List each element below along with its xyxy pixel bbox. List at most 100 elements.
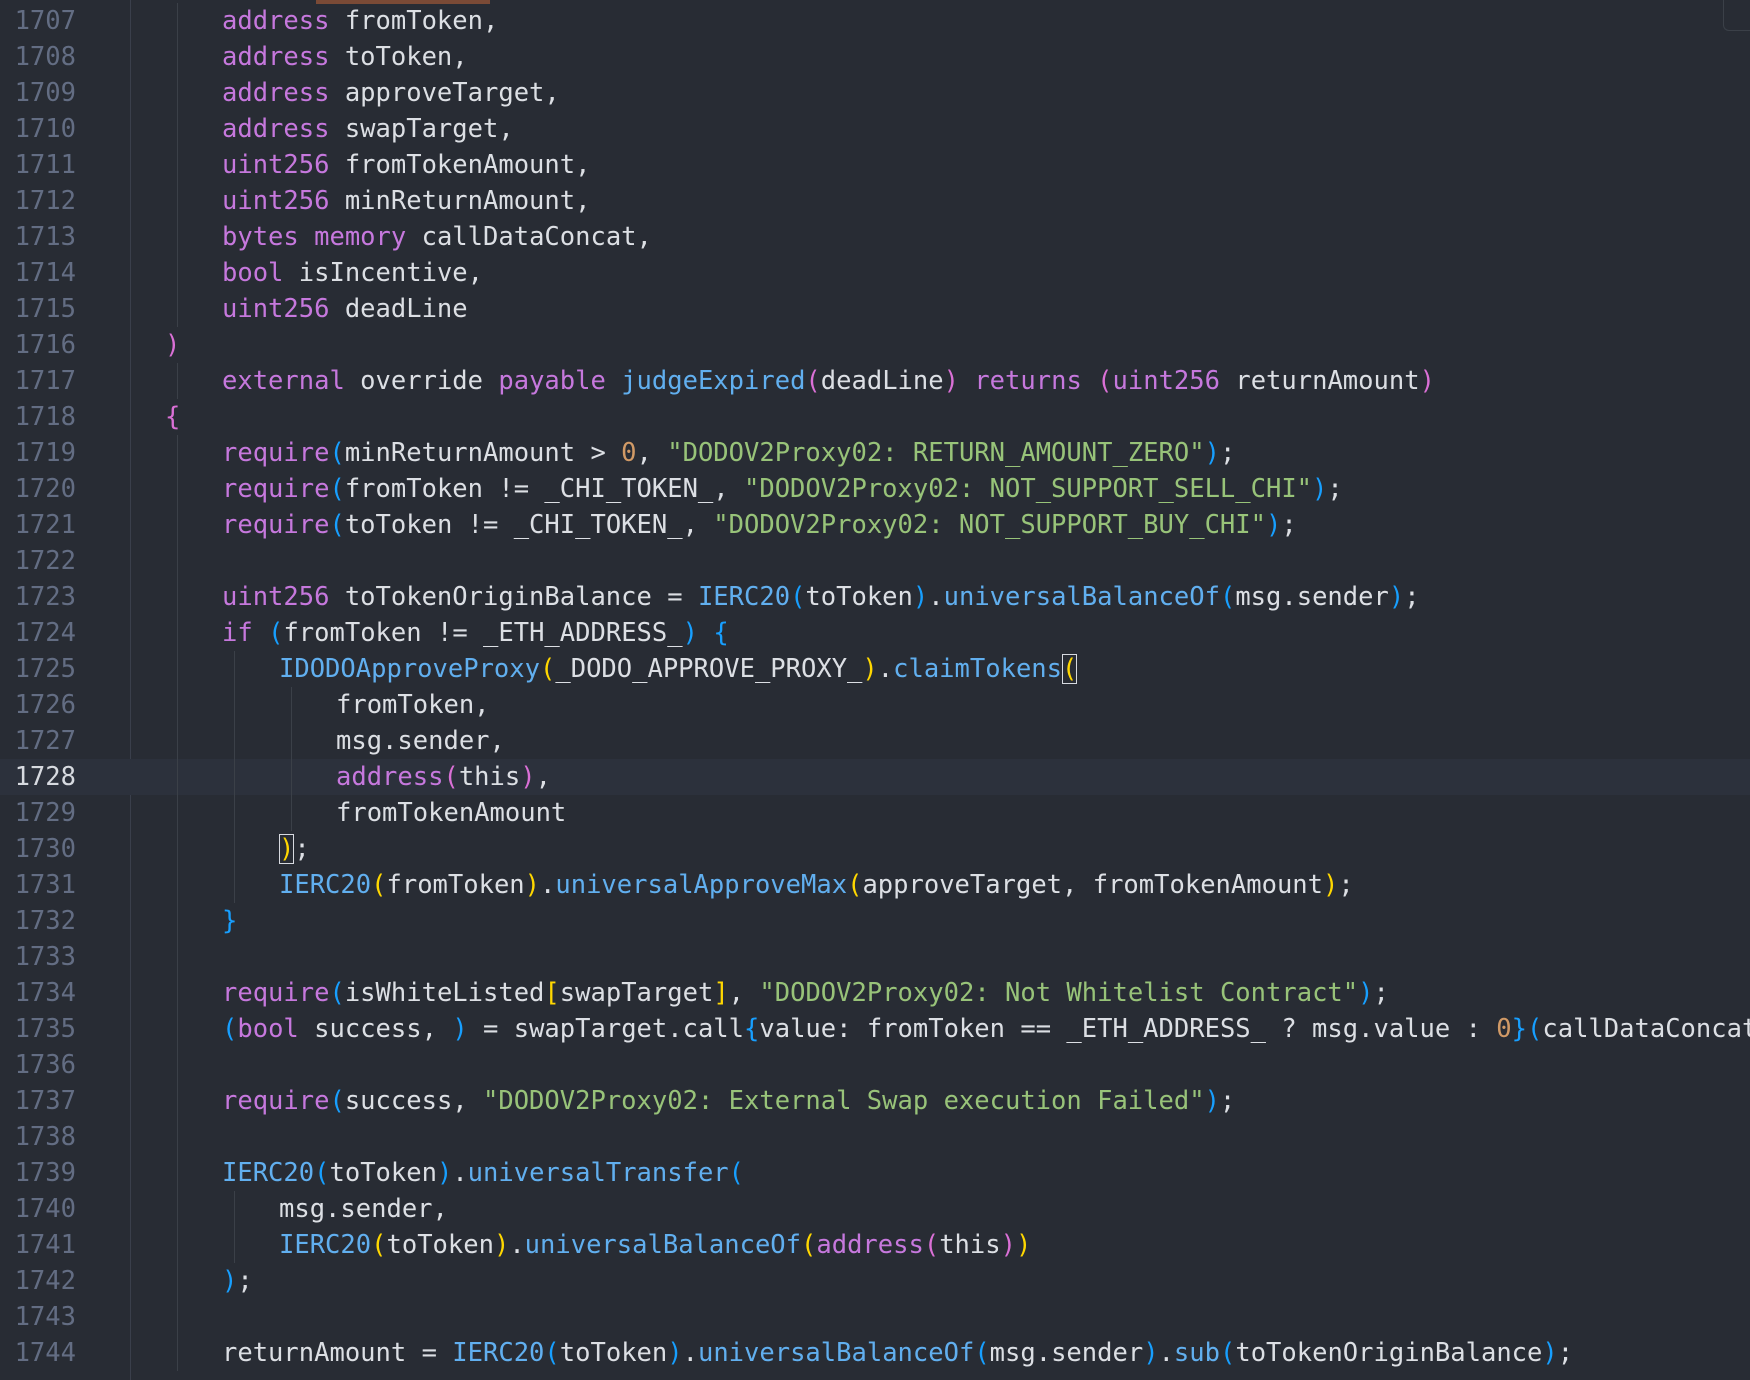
- code-line[interactable]: 1732}: [0, 903, 1750, 939]
- code-token: ): [452, 1014, 468, 1044]
- code-line[interactable]: 1735 (bool success, ) = swapTarget.call{v…: [0, 1011, 1750, 1047]
- code-line[interactable]: 1709 address approveTarget,: [0, 75, 1750, 111]
- line-number: 1728: [14, 762, 76, 792]
- code-token: ): [1015, 1230, 1032, 1260]
- indent-guide: [177, 75, 178, 111]
- code-line[interactable]: 1736: [0, 1047, 1750, 1083]
- code-line[interactable]: 1720 require(fromToken != _CHI_TOKEN_, "D…: [0, 471, 1750, 507]
- code-line[interactable]: 1728 address(this),: [0, 759, 1750, 795]
- code-line[interactable]: 1714 bool isIncentive,: [0, 255, 1750, 291]
- code-line[interactable]: 1740 msg.sender,: [0, 1191, 1750, 1227]
- code-text: address approveTarget,: [222, 75, 560, 111]
- code-text: require(fromToken != _CHI_TOKEN_, "DODOV…: [222, 471, 1343, 507]
- code-line[interactable]: 1723 uint256 toTokenOriginBalance = IERC2…: [0, 579, 1750, 615]
- code-line[interactable]: 1737 require(success, "DODOV2Proxy02: Ext…: [0, 1083, 1750, 1119]
- indent-guide: [177, 147, 178, 183]
- code-token: external: [222, 366, 345, 396]
- minimap-corner[interactable]: [1723, 0, 1750, 31]
- code-line[interactable]: 1729 fromTokenAmount: [0, 795, 1750, 831]
- code-token: judgeExpired: [621, 366, 806, 396]
- code-line[interactable]: 1715 uint256 deadLine: [0, 291, 1750, 327]
- code-line[interactable]: 1743: [0, 1299, 1750, 1335]
- code-token: ,: [535, 762, 551, 792]
- code-line[interactable]: 1742);: [0, 1263, 1750, 1299]
- code-token: fromToken,: [336, 690, 490, 720]
- code-token: if: [222, 618, 253, 648]
- code-token: (: [728, 1158, 745, 1188]
- code-line[interactable]: 1730);: [0, 831, 1750, 867]
- code-token: IERC20: [222, 1158, 315, 1188]
- code-token: msg.sender: [1235, 582, 1389, 612]
- code-line[interactable]: 1725 IDODOApproveProxy(_DODO_APPROVE_PROX…: [0, 651, 1750, 687]
- code-token: msg.sender,: [279, 1194, 448, 1224]
- indent-guide: [177, 1191, 178, 1227]
- code-token: .: [928, 582, 944, 612]
- indent-guide: [177, 507, 178, 543]
- code-line[interactable]: 1733: [0, 939, 1750, 975]
- line-number: 1734: [14, 978, 76, 1008]
- code-token: .: [540, 870, 556, 900]
- code-line[interactable]: 1724 if (fromToken != _ETH_ADDRESS_) {: [0, 615, 1750, 651]
- code-token: this: [458, 762, 521, 792]
- code-token: ;: [1404, 582, 1420, 612]
- code-line[interactable]: 1722: [0, 543, 1750, 579]
- code-line[interactable]: 1712 uint256 minReturnAmount,: [0, 183, 1750, 219]
- code-token: ;: [294, 834, 310, 864]
- code-line[interactable]: 1716): [0, 327, 1750, 363]
- indent-guide: [177, 795, 178, 831]
- code-token: approveTarget, fromTokenAmount: [862, 870, 1324, 900]
- code-line[interactable]: 1719 require(minReturnAmount > 0, "DODOV2…: [0, 435, 1750, 471]
- indent-guide: [234, 759, 235, 795]
- code-line[interactable]: 1727 msg.sender,: [0, 723, 1750, 759]
- indent-guide: [291, 795, 292, 831]
- code-line[interactable]: 1713 bytes memory callDataConcat,: [0, 219, 1750, 255]
- code-token: ): [520, 762, 536, 792]
- code-line[interactable]: 1734 require(isWhiteListed[swapTarget], "…: [0, 975, 1750, 1011]
- indent-guide: [177, 543, 178, 579]
- code-line[interactable]: 1726 fromToken,: [0, 687, 1750, 723]
- code-line[interactable]: 1731 IERC20(fromToken).universalApproveMa…: [0, 867, 1750, 903]
- code-token: memory: [314, 222, 407, 252]
- code-token: require: [222, 1086, 330, 1116]
- code-token: ): [1312, 474, 1328, 504]
- code-token: ): [279, 834, 295, 864]
- code-line[interactable]: 1739 IERC20(toToken).universalTransfer(: [0, 1155, 1750, 1191]
- code-line[interactable]: 1744 returnAmount = IERC20(toToken).unive…: [0, 1335, 1750, 1371]
- code-line[interactable]: 1741 IERC20(toToken).universalBalanceOf(a…: [0, 1227, 1750, 1263]
- line-number: 1720: [14, 474, 76, 504]
- code-text: }: [222, 903, 237, 939]
- code-token: ,: [728, 978, 760, 1008]
- code-text: address fromToken,: [222, 3, 498, 39]
- code-token: {: [744, 1014, 760, 1044]
- line-number: 1733: [14, 942, 76, 972]
- indent-guide: [177, 615, 178, 651]
- code-token: deadLine: [329, 294, 468, 324]
- code-token: .: [509, 1230, 525, 1260]
- code-token: ): [436, 1158, 453, 1188]
- code-line[interactable]: 1708 address toToken,: [0, 39, 1750, 75]
- code-line[interactable]: 1707 address fromToken,: [0, 3, 1750, 39]
- line-number: 1719: [14, 438, 76, 468]
- code-token: isWhiteListed: [344, 978, 545, 1008]
- code-text: require(isWhiteListed[swapTarget], "DODO…: [222, 975, 1389, 1011]
- code-token: fromTokenAmount,: [329, 150, 591, 180]
- code-line[interactable]: 1721 require(toToken != _CHI_TOKEN_, "DOD…: [0, 507, 1750, 543]
- code-line[interactable]: 1738: [0, 1119, 1750, 1155]
- code-line[interactable]: 1718 {: [0, 399, 1750, 435]
- code-token: "DODOV2Proxy02: NOT_SUPPORT_BUY_CHI": [713, 510, 1266, 540]
- line-number: 1742: [14, 1266, 76, 1296]
- code-token: returnAmount =: [222, 1338, 453, 1368]
- code-line[interactable]: 1711 uint256 fromTokenAmount,: [0, 147, 1750, 183]
- code-token: (: [974, 1338, 990, 1368]
- code-editor[interactable]: 1707 address fromToken, 1708 address toToke…: [0, 0, 1750, 1380]
- code-text: ): [165, 327, 180, 363]
- code-line[interactable]: 1710 address swapTarget,: [0, 111, 1750, 147]
- code-token: require: [222, 438, 330, 468]
- code-token: (: [371, 870, 387, 900]
- code-token: .: [682, 1338, 698, 1368]
- code-token: toToken,: [329, 42, 468, 72]
- code-line[interactable]: 1717 external override payable judgeExpir…: [0, 363, 1750, 399]
- code-token: toToken != _CHI_TOKEN_,: [344, 510, 714, 540]
- code-token: ): [1204, 438, 1220, 468]
- code-token: fromTokenAmount: [336, 798, 567, 828]
